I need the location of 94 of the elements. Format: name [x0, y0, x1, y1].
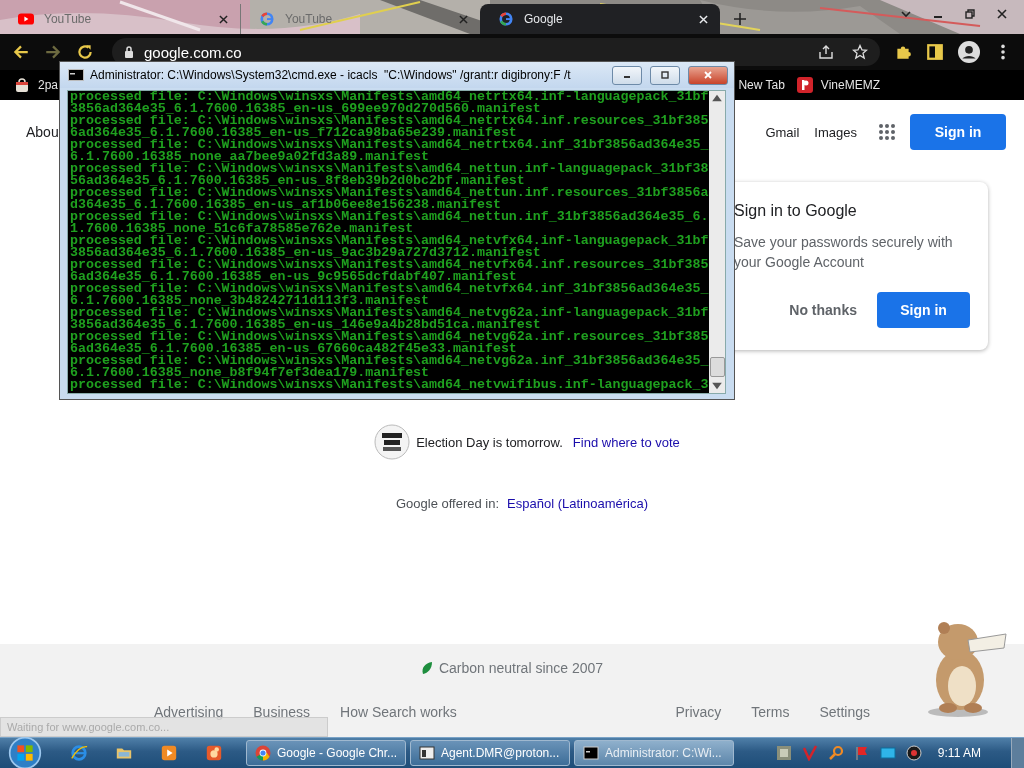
speaker-icon[interactable] [905, 745, 922, 761]
console-line: 1.7600.16385_none_51c6fa78585e762e.manifest [70, 223, 414, 235]
google-icon [259, 12, 275, 26]
google-icon [498, 12, 514, 26]
clock[interactable]: 9:11 AM [937, 746, 981, 760]
close-icon[interactable] [219, 14, 228, 24]
apps-grid-icon[interactable] [878, 123, 896, 141]
taskbar-button[interactable]: Agent.DMR@proton... [410, 740, 570, 766]
vote-link[interactable]: Find where to vote [572, 434, 680, 450]
chrome-icon [255, 745, 271, 761]
console-line: processed file: C:\Windows\winsxs\Manifests\amd64_nettun.inf_31bf3856ad364e35_6. [70, 211, 709, 223]
console-line: 56ad364e35_6.1.7600.16385_en-us_8f8eb39b2d0bc2bf.manifest [70, 175, 525, 187]
console-line: processed file: C:\Windows\winsxs\Manifests\amd64_nettun.inf.resources_31bf3856a [70, 187, 709, 199]
footer-link[interactable]: Settings [819, 704, 870, 720]
new-tab-icon[interactable] [734, 13, 746, 25]
leaf-icon [420, 661, 433, 675]
footer-link[interactable]: Advertising [154, 704, 224, 720]
console-line: 6.1.7600.16385_none_3b48242711d113f3.manifest [70, 295, 430, 307]
footer-link[interactable]: Privacy [675, 704, 722, 720]
console-icon [68, 69, 84, 81]
sign-in-button[interactable]: Sign in [877, 292, 970, 328]
taskbar-button[interactable]: Google - Google Chr... [246, 740, 406, 766]
close-icon [703, 71, 713, 79]
console-line: 3856ad364e35_6.1.7600.16385_en-us_9ac3b29a727d3712.manifest [70, 247, 541, 259]
vote-badge-icon [374, 424, 411, 460]
console-line: 3856ad364e35_6.1.7600.16385_en-us_146e9a4b28bd51ca.manifest [70, 319, 541, 331]
scrollbar[interactable] [709, 91, 725, 393]
console-line: 6.1.7600.16385_none_aa7bee9a02fd3a89.manifest [70, 151, 430, 163]
console-line: processed file: C:\Windows\winsxs\Manifests\amd64_netrtx64.inf-languagepack_31bf [70, 91, 709, 103]
header-link[interactable]: Gmail [765, 124, 800, 140]
footer-link[interactable]: Business [253, 704, 311, 720]
console-line: processed file: C:\Windows\winsxs\Manifests\amd64_netvfx64.inf-languagepack_31bf [70, 235, 709, 247]
about-link[interactable]: Abou [26, 124, 59, 140]
header-link[interactable]: Images [814, 124, 857, 140]
close-icon[interactable] [996, 8, 1008, 20]
footer-link[interactable]: How Search works [340, 704, 457, 720]
profile-icon[interactable] [958, 41, 980, 63]
magnifier-icon[interactable] [827, 745, 844, 761]
checkmark-icon[interactable] [801, 745, 818, 761]
prompt-title: Sign in to Google [734, 202, 858, 220]
maximize-button[interactable] [650, 65, 680, 85]
carbon-neutral-text: Carbon neutral since 2007 [438, 660, 604, 676]
reload-icon[interactable] [76, 43, 94, 61]
console-line: processed file: C:\Windows\winsxs\Manifests\amd64_nettun.inf-languagepack_31bf38 [70, 163, 709, 175]
window-icon [419, 745, 435, 761]
console-line: 6ad364e35_6.1.7600.16385_en-us_67660ca482f45e33.manifest [70, 343, 517, 355]
window-title: Administrator: C:\Windows\System32\cmd.exe - icacls "C:\Windows" /grant:r digibrony:F /t [90, 68, 571, 82]
media-player-icon[interactable] [160, 744, 178, 762]
offered-in-label: Google offered in: [396, 496, 500, 511]
bag-icon [14, 77, 30, 93]
bookmark[interactable]: VineMEMZ [796, 77, 880, 93]
console-line: processed file: C:\Windows\winsxs\Manifests\amd64_netvg62a.inf.resources_31bf385 [70, 331, 709, 343]
console-line: 6ad364e35_6.1.7600.16385_en-us_9c9565dcfdabf407.manifest [70, 271, 517, 283]
sidebar-icon[interactable] [926, 43, 944, 61]
star-icon[interactable] [852, 44, 868, 60]
console-line: processed file: C:\Windows\winsxs\Manifests\amd64_netrtx64.inf.resources_31bf385 [70, 115, 709, 127]
console-line: 3856ad364e35_6.1.7600.16385_en-us_699ee970d270d560.manifest [70, 103, 541, 115]
footer-link[interactable]: Terms [751, 704, 790, 720]
no-thanks-button[interactable]: No thanks [783, 301, 863, 319]
prompt-text: Save your passwords securely with your Google Account [734, 233, 954, 272]
console-line: d364e35_6.1.7600.16385_en-us_af1b06ee8e156238.manifest [70, 199, 501, 211]
monitor-icon[interactable] [879, 745, 896, 761]
tray-app-icon[interactable] [775, 745, 792, 761]
election-notice: Election Day is tomorrow. [416, 434, 563, 450]
console-line: processed file: C:\Windows\winsxs\Manifests\amd64_netvwifibus.inf-languagepack_3 [70, 379, 709, 391]
console-line: processed file: C:\Windows\winsxs\Manifests\amd64_netvg62a.inf_31bf3856ad364e35_ [70, 355, 709, 367]
youtube-icon [18, 12, 34, 26]
console-line: processed file: C:\Windows\winsxs\Manifests\amd64_netvfx64.inf_31bf3856ad364e35_ [70, 283, 709, 295]
browser-tab[interactable]: Google [480, 4, 720, 34]
share-icon[interactable] [818, 44, 834, 60]
taskbar-button[interactable]: Administrator: C:\Wi... [574, 740, 734, 766]
chevron-down-icon[interactable] [900, 8, 912, 20]
maximize-icon [660, 71, 670, 79]
console-line: processed file: C:\Windows\winsxs\Manifests\amd64_netvfx64.inf.resources_31bf385 [70, 259, 709, 271]
bookmark[interactable]: New Tab [738, 78, 785, 92]
console-line: 6.1.7600.16385_none_b8f94f7ef3dea179.manifest [70, 367, 430, 379]
lock-icon [124, 46, 134, 58]
internet-explorer-icon[interactable] [70, 744, 88, 762]
sign-in-button[interactable]: Sign in [910, 114, 1006, 150]
status-tooltip: Waiting for www.google.com.co... [0, 717, 328, 737]
back-arrow-icon[interactable] [12, 43, 30, 61]
close-icon[interactable] [459, 14, 468, 24]
console-line: processed file: C:\Windows\winsxs\Manifests\amd64_netvg62a.inf-languagepack_31bf [70, 307, 709, 319]
close-button[interactable] [688, 65, 728, 85]
restore-icon[interactable] [964, 8, 976, 20]
start-orb-icon[interactable] [8, 736, 42, 768]
console-icon [583, 745, 599, 761]
forward-arrow-icon[interactable] [44, 43, 62, 61]
console-line: processed file: C:\Windows\winsxs\Manifests\amd64_netrtx64.inf_31bf3856ad364e35_ [70, 139, 709, 151]
scroll-thumb[interactable] [710, 357, 725, 377]
bookmark[interactable]: 2pa [14, 77, 59, 93]
minimize-button[interactable] [612, 65, 642, 85]
console-line: 6ad364e35_6.1.7600.16385_en-us_f712ca98ba65e239.manifest [70, 127, 517, 139]
language-link[interactable]: Español (Latinoamérica) [507, 496, 648, 511]
